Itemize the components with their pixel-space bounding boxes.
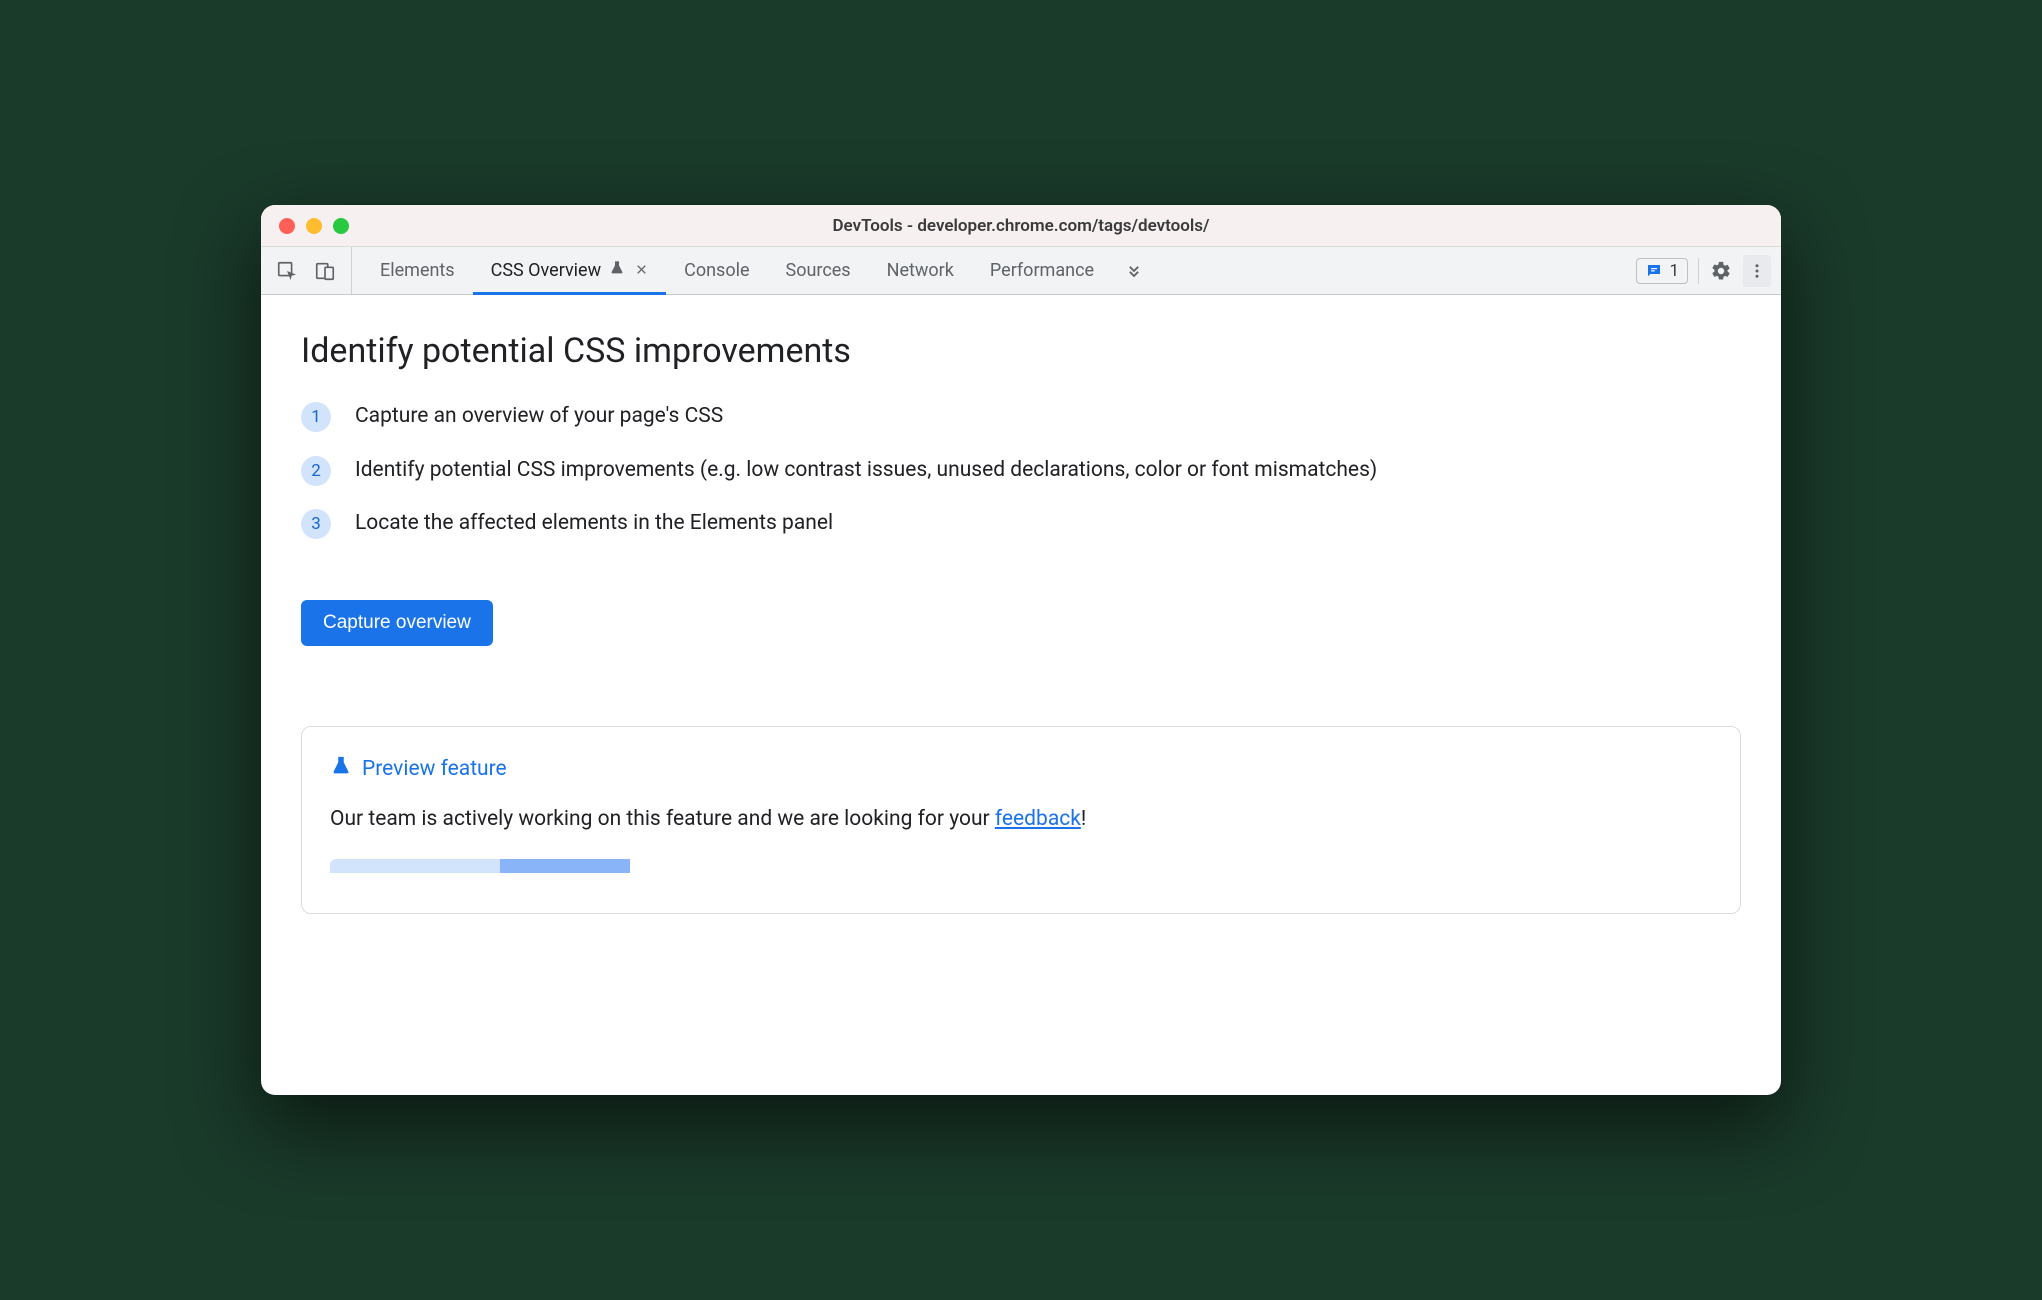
- tab-elements[interactable]: Elements: [362, 247, 473, 294]
- more-menu-icon[interactable]: [1743, 255, 1771, 287]
- feedback-link[interactable]: feedback: [995, 807, 1081, 831]
- step-text: Capture an overview of your page's CSS: [355, 401, 723, 433]
- issues-badge[interactable]: 1: [1636, 258, 1688, 284]
- settings-icon[interactable]: [1709, 259, 1733, 283]
- titlebar: DevTools - developer.chrome.com/tags/dev…: [261, 205, 1781, 247]
- close-tab-icon[interactable]: [635, 261, 648, 280]
- step-number: 1: [301, 402, 331, 432]
- quick-start-blocks: [330, 859, 1712, 873]
- tab-label: Elements: [380, 260, 455, 281]
- window-title: DevTools - developer.chrome.com/tags/dev…: [261, 216, 1781, 236]
- block-light: [330, 859, 500, 873]
- step-text: Identify potential CSS improvements (e.g…: [355, 455, 1377, 487]
- list-item: 1 Capture an overview of your page's CSS: [301, 401, 1741, 433]
- maximize-window-button[interactable]: [333, 218, 349, 234]
- preview-text-pre: Our team is actively working on this fea…: [330, 807, 995, 831]
- preview-feature-card: Preview feature Our team is actively wor…: [301, 726, 1741, 914]
- tab-label: CSS Overview: [491, 260, 602, 281]
- window-controls: [261, 218, 349, 234]
- issues-icon: [1645, 262, 1663, 280]
- panel-tabs: Elements CSS Overview Console Sources Ne…: [352, 247, 1626, 294]
- step-number: 3: [301, 509, 331, 539]
- tab-sources[interactable]: Sources: [768, 247, 869, 294]
- close-window-button[interactable]: [279, 218, 295, 234]
- tab-label: Network: [887, 260, 954, 281]
- inspect-element-icon[interactable]: [275, 259, 299, 283]
- devtools-window: DevTools - developer.chrome.com/tags/dev…: [261, 205, 1781, 1095]
- flask-icon: [330, 755, 352, 783]
- tab-label: Performance: [990, 260, 1094, 281]
- toolbar-right: 1: [1626, 247, 1781, 294]
- capture-overview-button[interactable]: Capture overview: [301, 600, 493, 646]
- preview-header: Preview feature: [330, 755, 1712, 783]
- preview-title: Preview feature: [362, 757, 507, 781]
- panel-content: Identify potential CSS improvements 1 Ca…: [261, 295, 1781, 1095]
- toolbar-left: [261, 247, 352, 294]
- step-text: Locate the affected elements in the Elem…: [355, 508, 833, 540]
- tab-label: Console: [684, 260, 749, 281]
- tab-console[interactable]: Console: [666, 247, 767, 294]
- steps-list: 1 Capture an overview of your page's CSS…: [301, 401, 1741, 540]
- divider: [1698, 258, 1699, 284]
- tab-label: Sources: [786, 260, 851, 281]
- flask-icon: [609, 260, 625, 281]
- preview-body: Our team is actively working on this fea…: [330, 807, 1712, 831]
- preview-text-post: !: [1081, 807, 1086, 831]
- issues-count: 1: [1669, 261, 1679, 281]
- toolbar: Elements CSS Overview Console Sources Ne…: [261, 247, 1781, 295]
- tab-performance[interactable]: Performance: [972, 247, 1112, 294]
- page-title: Identify potential CSS improvements: [301, 331, 1741, 371]
- more-tabs-button[interactable]: [1112, 247, 1156, 294]
- tab-network[interactable]: Network: [869, 247, 972, 294]
- list-item: 2 Identify potential CSS improvements (e…: [301, 455, 1741, 487]
- tab-css-overview[interactable]: CSS Overview: [473, 247, 667, 294]
- device-toolbar-icon[interactable]: [313, 259, 337, 283]
- list-item: 3 Locate the affected elements in the El…: [301, 508, 1741, 540]
- minimize-window-button[interactable]: [306, 218, 322, 234]
- step-number: 2: [301, 456, 331, 486]
- block-dark: [500, 859, 630, 873]
